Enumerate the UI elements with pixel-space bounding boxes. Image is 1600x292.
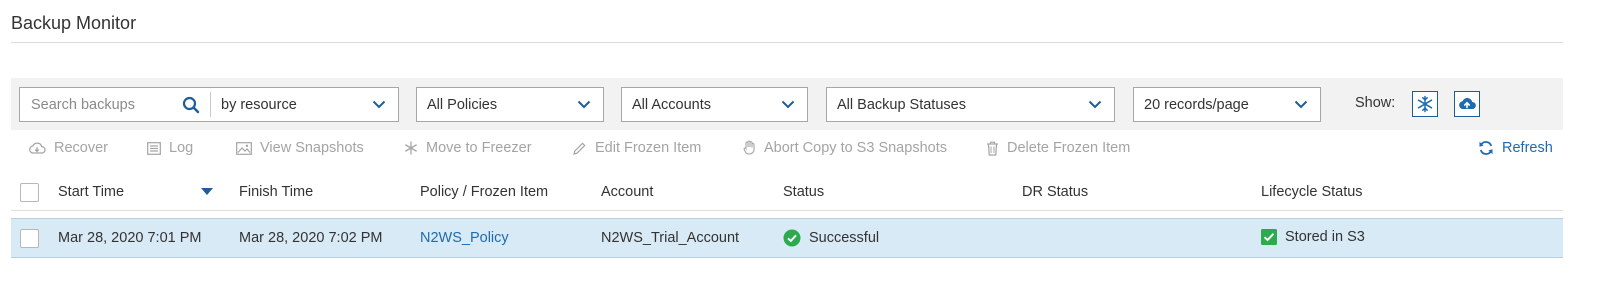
cell-start-time: Mar 28, 2020 7:01 PM <box>58 230 202 246</box>
status-text: Successful <box>809 230 880 246</box>
row-checkbox[interactable] <box>20 229 39 248</box>
backup-status-filter-value: All Backup Statuses <box>837 96 966 113</box>
select-all-checkbox[interactable] <box>20 183 39 202</box>
cell-finish-time: Mar 28, 2020 7:02 PM <box>239 230 383 246</box>
refresh-label: Refresh <box>1502 140 1553 156</box>
refresh-button[interactable]: Refresh <box>1478 140 1553 156</box>
move-to-freezer-button[interactable]: Move to Freezer <box>404 140 532 156</box>
edit-frozen-item-button[interactable]: Edit Frozen Item <box>572 140 701 156</box>
column-status[interactable]: Status <box>783 184 824 200</box>
chevron-down-icon <box>781 100 795 109</box>
cell-status: Successful <box>783 229 879 247</box>
page-size-value: 20 records/page <box>1144 96 1249 113</box>
delete-frozen-item-label: Delete Frozen Item <box>1007 140 1131 156</box>
account-filter[interactable]: All Accounts <box>621 87 808 122</box>
delete-frozen-item-button[interactable]: Delete Frozen Item <box>986 140 1130 156</box>
view-snapshots-label: View Snapshots <box>260 140 364 156</box>
chevron-down-icon <box>1294 100 1308 109</box>
column-account[interactable]: Account <box>601 184 653 200</box>
chevron-down-icon[interactable] <box>372 100 386 109</box>
snowflake-icon <box>405 141 417 155</box>
hand-stop-icon <box>743 140 755 155</box>
chevron-down-icon <box>577 100 591 109</box>
checkbox-checked-icon <box>1261 229 1277 245</box>
column-finish-time[interactable]: Finish Time <box>239 184 313 200</box>
lifecycle-status-text: Stored in S3 <box>1285 229 1365 245</box>
cell-policy-link[interactable]: N2WS_Policy <box>420 230 509 246</box>
show-label: Show: <box>1355 95 1396 111</box>
snowflake-icon <box>1417 95 1433 113</box>
cell-account: N2WS_Trial_Account <box>601 230 740 246</box>
cloud-download-icon <box>29 142 46 154</box>
cell-lifecycle-status: Stored in S3 <box>1261 229 1365 245</box>
sort-desc-icon[interactable] <box>201 188 213 195</box>
page-size-select[interactable]: 20 records/page <box>1133 87 1321 122</box>
log-label: Log <box>169 140 194 156</box>
action-toolbar: Recover Log View Snapshots Move to Freez… <box>0 138 1600 160</box>
list-icon <box>147 141 161 155</box>
search-scope-select[interactable]: by resource <box>211 97 372 113</box>
show-freezer-toggle[interactable] <box>1412 91 1438 117</box>
log-button[interactable]: Log <box>147 140 193 156</box>
recover-button[interactable]: Recover <box>28 140 108 156</box>
page-title: Backup Monitor <box>11 13 137 33</box>
abort-copy-button[interactable]: Abort Copy to S3 Snapshots <box>743 140 947 156</box>
pencil-icon <box>573 141 586 155</box>
image-icon <box>236 141 252 155</box>
column-lifecycle-status[interactable]: Lifecycle Status <box>1261 184 1363 200</box>
search-input[interactable] <box>20 96 170 113</box>
account-filter-value: All Accounts <box>632 96 711 113</box>
column-policy[interactable]: Policy / Frozen Item <box>420 184 548 200</box>
column-dr-status[interactable]: DR Status <box>1022 184 1088 200</box>
search-icon[interactable] <box>182 96 200 114</box>
backup-status-filter[interactable]: All Backup Statuses <box>826 87 1115 122</box>
refresh-icon <box>1479 141 1493 155</box>
move-to-freezer-label: Move to Freezer <box>426 140 532 156</box>
search-box: by resource <box>19 87 399 122</box>
check-circle-icon <box>783 229 801 247</box>
show-s3-toggle[interactable] <box>1454 91 1480 117</box>
policy-filter[interactable]: All Policies <box>416 87 604 122</box>
column-start-time[interactable]: Start Time <box>58 184 124 200</box>
chevron-down-icon <box>1088 100 1102 109</box>
table-row[interactable]: Mar 28, 2020 7:01 PM Mar 28, 2020 7:02 P… <box>11 218 1563 258</box>
edit-frozen-item-label: Edit Frozen Item <box>595 140 702 156</box>
recover-label: Recover <box>54 140 108 156</box>
title-divider <box>11 42 1563 43</box>
table-header: Start Time Finish Time Policy / Frozen I… <box>11 175 1563 211</box>
cloud-upload-icon <box>1459 97 1476 109</box>
trash-icon <box>987 141 998 156</box>
filter-bar: by resource All Policies All Accounts Al… <box>11 78 1563 130</box>
view-snapshots-button[interactable]: View Snapshots <box>236 140 364 156</box>
abort-copy-label: Abort Copy to S3 Snapshots <box>764 140 947 156</box>
policy-filter-value: All Policies <box>427 96 498 113</box>
